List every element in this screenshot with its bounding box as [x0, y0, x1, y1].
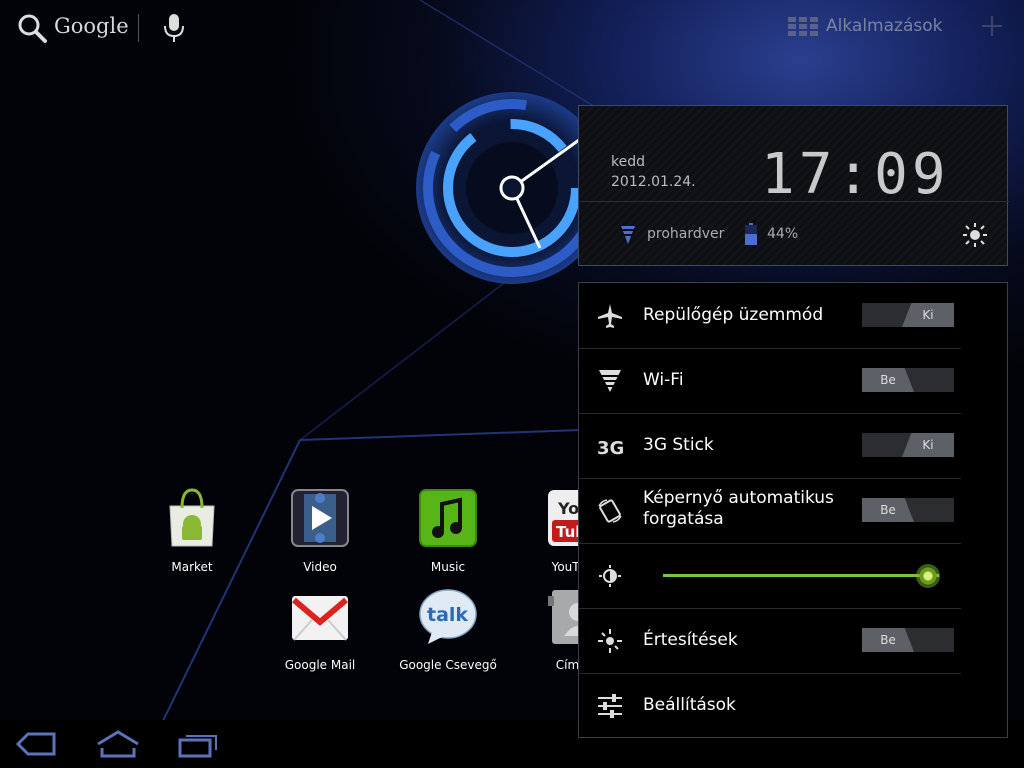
airplane-mode-toggle[interactable]: Ki	[862, 303, 954, 327]
network-name: prohardver	[647, 226, 725, 242]
top-bar: Google Alkalmazások	[0, 0, 1024, 56]
setting-auto-rotate[interactable]: Képernyő automatikus forgatása Be	[579, 478, 961, 544]
google-search-label[interactable]: Google	[54, 14, 129, 38]
app-talk[interactable]: talk Google Csevegő	[393, 586, 503, 672]
toggle-state: Ki	[902, 303, 954, 327]
3g-toggle[interactable]: Ki	[862, 433, 954, 457]
app-label: Market	[171, 560, 213, 574]
gmail-icon	[292, 596, 348, 641]
setting-notifications[interactable]: Értesítések Be	[579, 608, 961, 674]
notifications-toggle[interactable]: Be	[862, 628, 954, 652]
back-icon[interactable]	[14, 730, 58, 758]
app-label: Music	[430, 560, 466, 574]
quick-settings-header[interactable]: kedd 2012.01.24. 17:09 prohardver 44%	[578, 105, 1009, 266]
home-icon[interactable]	[96, 730, 140, 758]
toggle-state: Be	[862, 368, 914, 392]
date-label: 2012.01.24.	[611, 174, 696, 190]
settings-sliders-icon	[598, 694, 622, 718]
battery-icon	[745, 223, 757, 245]
app-label: Google Csevegő	[399, 658, 497, 672]
airplane-icon	[598, 304, 622, 328]
setting-label: Értesítések	[643, 630, 738, 650]
setting-airplane-mode[interactable]: Repülőgép üzemmód Ki	[579, 283, 961, 349]
wifi-icon	[597, 370, 623, 392]
search-icon[interactable]	[16, 12, 48, 44]
brightness-icon[interactable]	[963, 223, 987, 247]
setting-label: Képernyő automatikus forgatása	[643, 488, 834, 529]
day-label: kedd	[611, 154, 645, 170]
video-icon	[291, 489, 349, 547]
toggle-state: Be	[862, 628, 914, 652]
app-label: Video	[303, 560, 337, 574]
setting-settings[interactable]: Beállítások	[579, 673, 961, 738]
wifi-status-icon	[621, 226, 635, 244]
setting-3g[interactable]: 3G 3G Stick Ki	[579, 413, 961, 479]
brightness-slider-track[interactable]	[663, 574, 939, 577]
setting-wifi[interactable]: Wi-Fi Be	[579, 348, 961, 414]
music-icon	[419, 489, 477, 547]
brightness-auto-icon[interactable]	[597, 563, 623, 589]
app-video[interactable]: Video	[265, 488, 375, 574]
recent-apps-icon[interactable]	[176, 730, 220, 758]
toggle-state: Be	[862, 498, 914, 522]
quick-settings-panel: Repülőgép üzemmód Ki Wi-Fi Be 3G 3G Stic…	[578, 282, 1008, 738]
setting-label: 3G Stick	[643, 435, 714, 455]
setting-label: Wi-Fi	[643, 370, 684, 390]
market-icon	[169, 488, 215, 547]
setting-brightness	[579, 543, 961, 609]
app-gmail[interactable]: Google Mail	[265, 586, 375, 672]
app-label: Google Mail	[284, 658, 356, 672]
battery-percent: 44%	[767, 226, 799, 242]
microphone-icon[interactable]	[162, 12, 186, 44]
svg-text:talk: talk	[427, 604, 468, 626]
apps-label[interactable]: Alkalmazások	[826, 16, 942, 36]
setting-label: Repülőgép üzemmód	[643, 305, 824, 325]
notification-icon	[598, 629, 622, 653]
app-market[interactable]: Market	[137, 488, 247, 574]
svg-text:3G: 3G	[597, 438, 623, 459]
digital-clock: 17:09	[761, 142, 950, 207]
3g-icon: 3G	[597, 438, 623, 459]
divider	[138, 14, 139, 42]
apps-grid-icon[interactable]	[788, 17, 820, 37]
wifi-toggle[interactable]: Be	[862, 368, 954, 392]
divider	[579, 201, 1009, 202]
talk-icon: talk	[419, 589, 477, 644]
rotate-icon	[598, 499, 622, 523]
toggle-state: Ki	[902, 433, 954, 457]
auto-rotate-toggle[interactable]: Be	[862, 498, 954, 522]
app-music[interactable]: Music	[393, 488, 503, 574]
brightness-slider-thumb[interactable]	[915, 564, 940, 588]
setting-label: Beállítások	[643, 695, 736, 715]
add-icon[interactable]	[980, 14, 1004, 38]
